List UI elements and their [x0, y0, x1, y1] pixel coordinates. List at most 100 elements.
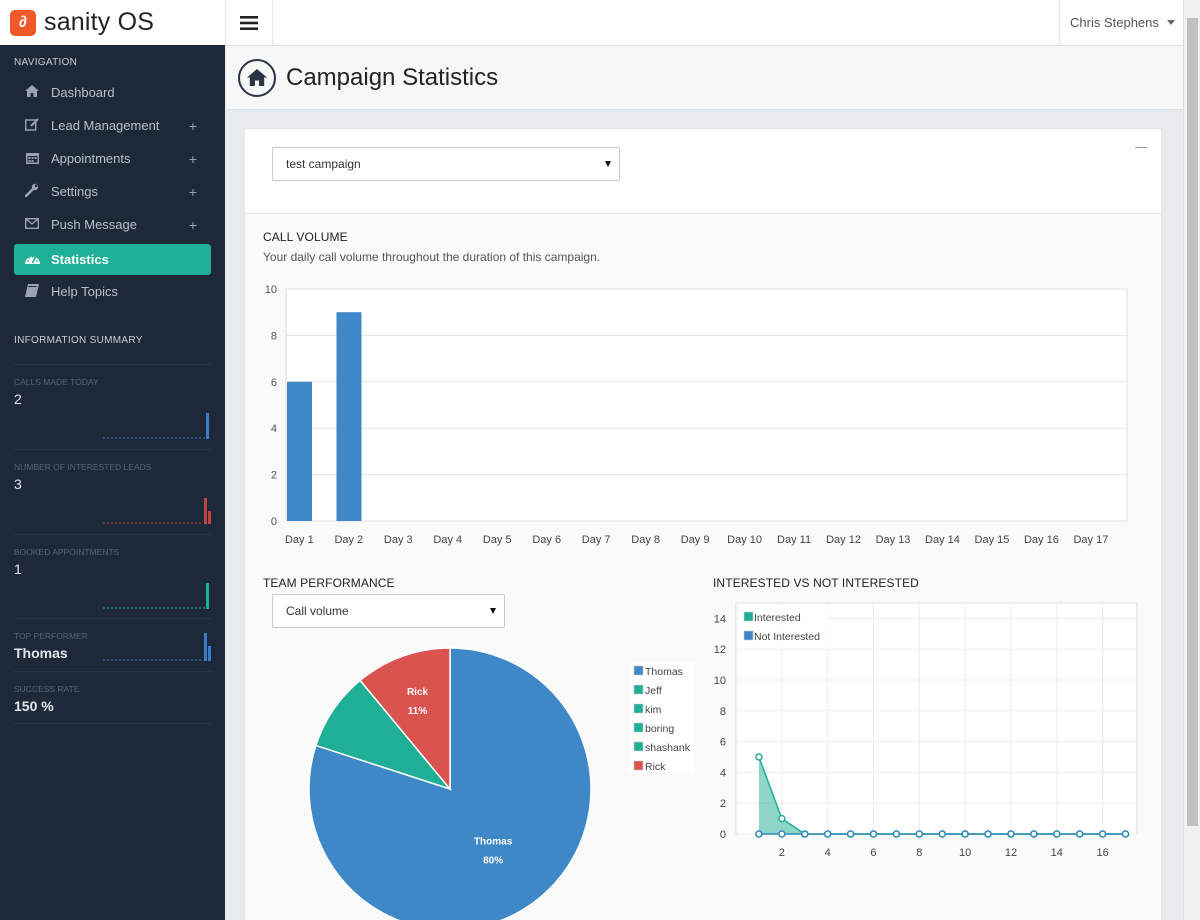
page-title: Campaign Statistics	[286, 63, 499, 91]
home-icon[interactable]	[238, 58, 276, 97]
data-point	[915, 830, 924, 838]
collapse-panel-icon[interactable]	[1135, 147, 1147, 148]
expand-plus-icon[interactable]: +	[189, 184, 197, 200]
legend-swatch	[633, 741, 644, 752]
y-tick-label: 6	[271, 377, 277, 389]
envelope-icon	[22, 217, 42, 232]
x-tick-label: Day 2	[334, 534, 363, 546]
team-performance-select[interactable]: Call volume	[272, 594, 505, 628]
scrollbar-thumb[interactable]	[1187, 18, 1198, 826]
legend-label: Interested	[754, 612, 801, 624]
legend-label: Not Interested	[754, 631, 820, 643]
sidebar-item-dashboard[interactable]: Dashboard	[14, 77, 211, 108]
x-tick-label: 4	[825, 847, 831, 859]
data-point	[1075, 830, 1084, 838]
y-tick-label: 14	[714, 613, 726, 625]
data-point	[892, 830, 901, 838]
data-point	[1007, 830, 1015, 838]
brand-logo-icon: ∂	[10, 9, 36, 36]
hamburger-menu-icon[interactable]	[225, 0, 273, 45]
x-tick-label: Day 12	[826, 534, 861, 546]
page-header: Campaign Statistics	[226, 46, 1183, 110]
x-tick-label: Day 16	[1024, 534, 1059, 546]
wrench-icon	[22, 183, 42, 200]
legend-label: Rick	[645, 761, 666, 773]
edit-icon	[22, 117, 42, 134]
sidebar-item-statistics[interactable]: Statistics	[14, 244, 211, 275]
y-tick-label: 8	[720, 706, 726, 718]
x-tick-label: Day 5	[483, 534, 512, 546]
y-tick-label: 8	[271, 330, 277, 342]
x-tick-label: 16	[1097, 847, 1109, 859]
x-tick-label: Day 1	[285, 534, 314, 546]
data-point	[1030, 830, 1038, 838]
legend-label: boring	[645, 723, 674, 735]
expand-plus-icon[interactable]: +	[189, 118, 197, 134]
sidebar-item-lead-management[interactable]: Lead Management +	[14, 110, 211, 141]
sidebar-item-help-topics[interactable]: Help Topics	[14, 276, 211, 307]
summary-value: 3	[14, 476, 22, 492]
legend-swatch	[743, 630, 754, 641]
summary-label: CALLS MADE TODAY	[14, 377, 99, 387]
sidebar-item-push-message[interactable]: Push Message +	[14, 209, 211, 240]
slice-name-label: Thomas	[474, 836, 513, 847]
dropdown-arrow-icon	[605, 161, 611, 167]
legend-swatch	[633, 722, 644, 733]
campaign-select-bar: test campaign	[245, 129, 1161, 214]
legend-swatch	[743, 611, 754, 622]
chevron-down-icon	[1166, 20, 1175, 25]
summary-heading: INFORMATION SUMMARY	[14, 335, 143, 346]
x-tick-label: 6	[870, 847, 876, 859]
user-name: Chris Stephens	[1070, 15, 1159, 30]
x-tick-label: Day 8	[631, 534, 660, 546]
campaign-select[interactable]: test campaign	[272, 147, 620, 181]
sidebar: NAVIGATION Dashboard Lead Management + A…	[0, 45, 225, 920]
sidebar-item-settings[interactable]: Settings +	[14, 176, 211, 207]
y-tick-label: 2	[720, 798, 726, 810]
expand-plus-icon[interactable]: +	[189, 151, 197, 167]
y-tick-label: 2	[271, 470, 277, 482]
legend-label: shashank	[645, 742, 691, 754]
data-point	[869, 830, 878, 838]
x-tick-label: 2	[779, 847, 785, 859]
legend-label: Jeff	[645, 685, 662, 697]
user-menu[interactable]: Chris Stephens	[1059, 0, 1183, 45]
top-bar: ∂ sanity OS Chris Stephens	[0, 0, 1183, 46]
sidebar-item-label: Help Topics	[51, 284, 118, 299]
x-tick-label: 12	[1005, 847, 1017, 859]
x-tick-label: 8	[916, 847, 922, 859]
sidebar-item-appointments[interactable]: Appointments +	[14, 143, 211, 174]
bar	[336, 312, 362, 521]
plot-area	[285, 288, 1128, 522]
page-scrollbar[interactable]	[1183, 0, 1200, 920]
summary-booked-appointments: BOOKED APPOINTMENTS 1	[14, 534, 211, 618]
summary-calls-made-today: CALLS MADE TODAY 2	[14, 364, 211, 449]
brand[interactable]: ∂ sanity OS	[0, 0, 225, 45]
legend-swatch	[633, 684, 644, 695]
expand-plus-icon[interactable]: +	[189, 217, 197, 233]
data-point	[778, 830, 786, 838]
team-performance-title: TEAM PERFORMANCE	[263, 576, 395, 590]
data-point	[755, 830, 763, 838]
x-tick-label: Day 13	[876, 534, 911, 546]
legend-box	[630, 662, 694, 772]
statistics-panel: test campaign CALL VOLUME Your daily cal…	[244, 128, 1162, 920]
x-tick-label: Day 15	[975, 534, 1010, 546]
dropdown-arrow-icon	[490, 608, 496, 614]
y-tick-label: 0	[720, 829, 726, 841]
nav-heading: NAVIGATION	[14, 57, 78, 68]
x-tick-label: 10	[959, 847, 971, 859]
x-tick-label: Day 14	[925, 534, 960, 546]
legend-swatch	[633, 665, 644, 676]
sparkline-chart	[103, 633, 211, 661]
data-point	[1098, 830, 1107, 838]
sidebar-item-label: Settings	[51, 184, 98, 199]
x-tick-label: Day 4	[433, 534, 462, 546]
summary-value: 1	[14, 561, 22, 577]
summary-label: SUCCESS RATE	[14, 684, 80, 694]
summary-interested-leads: NUMBER OF INTERESTED LEADS 3	[14, 449, 211, 534]
y-tick-label: 6	[720, 737, 726, 749]
legend-label: kim	[645, 704, 662, 716]
summary-top-performer: TOP PERFORMER Thomas	[14, 618, 211, 671]
summary-label: BOOKED APPOINTMENTS	[14, 547, 120, 557]
